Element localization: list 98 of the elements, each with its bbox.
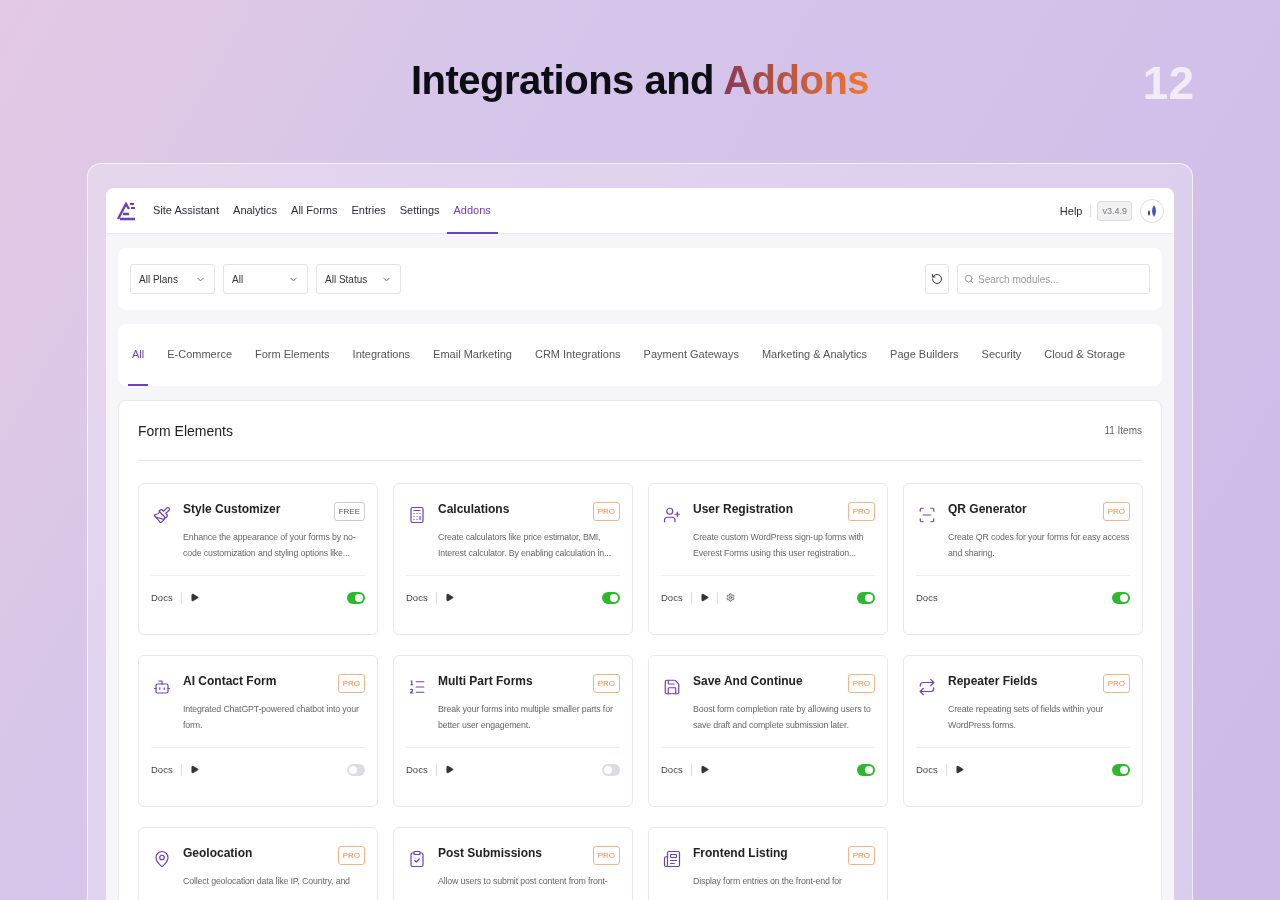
search-icon [964, 274, 974, 284]
enable-toggle[interactable] [602, 763, 620, 776]
addon-description: Create repeating sets of fields within your WordPress forms. [948, 703, 1104, 732]
enable-toggle[interactable] [602, 591, 620, 604]
docs-link[interactable]: Docs [661, 764, 683, 775]
enable-toggle[interactable] [1112, 591, 1130, 604]
user-plus-icon [663, 506, 681, 524]
docs-link[interactable]: Docs [151, 592, 173, 603]
play-icon[interactable] [444, 593, 454, 602]
addon-name: Style Customizer [183, 502, 281, 516]
category-tab[interactable]: E-Commerce [163, 324, 237, 386]
addon-description: Boost form completion rate by allowing users to save draft and complete submission later. [693, 703, 872, 732]
addon-description: Display form entries on the front-end for [693, 875, 843, 888]
plan-badge: PRO [847, 846, 875, 865]
addon-description: Collect geolocation data like IP, Country, and [183, 875, 351, 888]
plan-badge: PRO [847, 674, 875, 693]
category-tab[interactable]: CRM Integrations [530, 324, 625, 386]
reset-icon [931, 273, 943, 285]
play-icon[interactable] [444, 765, 454, 774]
nav-tab[interactable]: Site Assistant [146, 188, 227, 234]
help-link[interactable]: Help [1059, 204, 1092, 217]
play-icon[interactable] [699, 765, 709, 774]
docs-link[interactable]: Docs [916, 764, 938, 775]
enable-toggle[interactable] [347, 591, 365, 604]
list-icon [408, 678, 426, 696]
plan-badge: PRO [592, 502, 620, 521]
plan-badge: PRO [592, 674, 620, 693]
newspaper-icon [663, 850, 681, 868]
avatar-icon [1146, 203, 1158, 218]
addon-name: Geolocation [183, 846, 253, 860]
addon-name: AI Contact Form [183, 674, 277, 688]
map-pin-icon [153, 850, 171, 868]
slide-title: Integrations and Addons [410, 58, 870, 104]
plan-badge: PRO [847, 502, 875, 521]
filter-dropdown[interactable]: All Status [316, 264, 401, 294]
plan-badge: FREE [333, 502, 365, 521]
clipboard-check-icon [408, 850, 426, 868]
addon-description: Enhance the appearance of your forms by no-code customization and styling options like... [183, 531, 357, 560]
addon-name: Frontend Listing [693, 846, 788, 860]
section-title: Form Elements [138, 422, 233, 439]
nav-tab[interactable]: Entries [344, 188, 393, 234]
addon-name: Save And Continue [693, 674, 803, 688]
play-icon[interactable] [189, 765, 199, 774]
reset-button[interactable] [925, 264, 949, 294]
enable-toggle[interactable] [1112, 763, 1130, 776]
robot-icon [153, 678, 171, 696]
addon-description: Allow users to submit post content from front- [438, 875, 609, 888]
settings-icon[interactable] [725, 593, 735, 602]
category-tab[interactable]: Payment Gateways [639, 324, 743, 386]
play-icon[interactable] [954, 765, 964, 774]
category-tab[interactable]: Security [977, 324, 1026, 386]
addon-description: Break your forms into multiple smaller parts for better user engagement. [438, 703, 614, 732]
docs-link[interactable]: Docs [151, 764, 173, 775]
plan-badge: PRO [337, 846, 365, 865]
calculator-icon [408, 506, 426, 524]
plan-badge: PRO [337, 674, 365, 693]
plan-badge: PRO [1102, 674, 1130, 693]
category-tab[interactable]: Marketing & Analytics [757, 324, 872, 386]
nav-tab[interactable]: Analytics [226, 188, 285, 234]
item-count: 11 Items [1104, 425, 1142, 436]
play-icon[interactable] [189, 593, 199, 602]
addon-name: Post Submissions [438, 846, 543, 860]
category-tab[interactable]: Email Marketing [429, 324, 516, 386]
addon-name: User Registration [693, 502, 794, 516]
filter-dropdown[interactable]: All Plans [130, 264, 215, 294]
version-label: v3.4.9 [1097, 200, 1132, 221]
plan-badge: PRO [1102, 502, 1130, 521]
docs-link[interactable]: Docs [406, 592, 428, 603]
enable-toggle[interactable] [857, 591, 875, 604]
nav-tab[interactable]: All Forms [284, 188, 345, 234]
nav-tab[interactable]: Settings [392, 188, 447, 234]
enable-toggle[interactable] [347, 763, 365, 776]
docs-link[interactable]: Docs [661, 592, 683, 603]
addon-name: Multi Part Forms [438, 674, 533, 688]
paintbrush-icon [153, 506, 171, 524]
addon-description: Create calculators like price estimator, BMI, Interest calculator. By enabling calculation in... [438, 531, 612, 560]
search-field[interactable]: Search modules... [957, 264, 1150, 294]
category-tab[interactable]: Page Builders [886, 324, 963, 386]
category-tab[interactable]: Integrations [348, 324, 415, 386]
scan-icon [918, 506, 936, 524]
addon-name: Repeater Fields [948, 674, 1038, 688]
addon-description: Integrated ChatGPT-powered chatbot into your form. [183, 703, 360, 732]
nav-tab[interactable]: Addons [446, 188, 498, 234]
play-icon[interactable] [699, 593, 709, 602]
enable-toggle[interactable] [857, 763, 875, 776]
addon-name: QR Generator [948, 502, 1027, 516]
category-tab[interactable]: All [128, 324, 149, 386]
docs-link[interactable]: Docs [916, 592, 938, 603]
plan-badge: PRO [592, 846, 620, 865]
addon-description: Create custom WordPress sign-up forms with Everest Forms using this user registration... [693, 531, 865, 560]
repeat-icon [918, 678, 936, 696]
category-tab[interactable]: Form Elements [251, 324, 334, 386]
addon-description: Create QR codes for your forms for easy access and sharing. [948, 531, 1130, 560]
addon-name: Calculations [438, 502, 510, 516]
docs-link[interactable]: Docs [406, 764, 428, 775]
filter-dropdown[interactable]: All [223, 264, 308, 294]
logo-icon [116, 199, 138, 222]
category-tab[interactable]: Cloud & Storage [1040, 324, 1130, 386]
